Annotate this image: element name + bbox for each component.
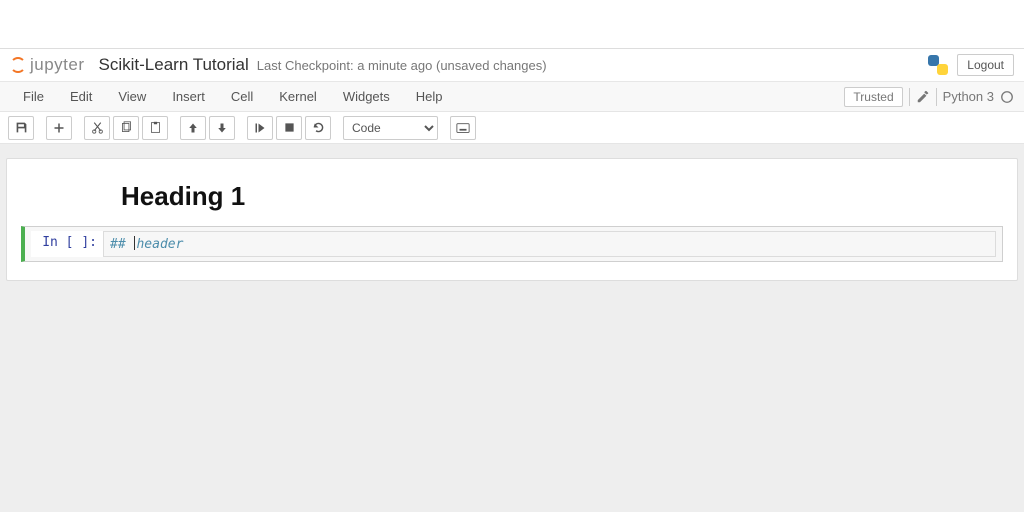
restart-icon bbox=[312, 121, 325, 134]
cut-button[interactable] bbox=[84, 116, 110, 140]
keyboard-icon bbox=[456, 122, 470, 134]
plus-icon bbox=[53, 122, 65, 134]
run-icon bbox=[254, 122, 266, 134]
move-down-button[interactable] bbox=[209, 116, 235, 140]
python-logo-icon bbox=[927, 54, 949, 76]
notebook-title[interactable]: Scikit-Learn Tutorial bbox=[99, 55, 249, 75]
menu-cell[interactable]: Cell bbox=[218, 83, 266, 110]
code-cell[interactable]: In [ ]: ## header bbox=[21, 226, 1003, 262]
menu-kernel[interactable]: Kernel bbox=[266, 83, 330, 110]
save-icon bbox=[15, 121, 28, 134]
edit-icon[interactable] bbox=[916, 90, 930, 104]
copy-button[interactable] bbox=[113, 116, 139, 140]
insert-cell-button[interactable] bbox=[46, 116, 72, 140]
separator bbox=[936, 88, 937, 106]
paste-button[interactable] bbox=[142, 116, 168, 140]
trusted-indicator[interactable]: Trusted bbox=[844, 87, 902, 107]
kernel-name[interactable]: Python 3 bbox=[943, 89, 994, 104]
paste-icon bbox=[149, 121, 162, 134]
notebook-header: jupyter Scikit-Learn Tutorial Last Check… bbox=[0, 48, 1024, 82]
rendered-markdown-heading[interactable]: Heading 1 bbox=[121, 181, 1003, 212]
move-up-button[interactable] bbox=[180, 116, 206, 140]
menu-insert[interactable]: Insert bbox=[159, 83, 218, 110]
markdown-text: header bbox=[136, 237, 183, 252]
stop-icon bbox=[284, 122, 295, 133]
menu-widgets[interactable]: Widgets bbox=[330, 83, 403, 110]
cell-input-area[interactable]: ## header bbox=[103, 231, 996, 257]
copy-icon bbox=[120, 121, 133, 134]
menu-edit[interactable]: Edit bbox=[57, 83, 105, 110]
logout-button[interactable]: Logout bbox=[957, 54, 1014, 76]
cell-type-select[interactable]: Code bbox=[343, 116, 438, 140]
command-palette-button[interactable] bbox=[450, 116, 476, 140]
cell-prompt: In [ ]: bbox=[31, 231, 103, 257]
menu-file[interactable]: File bbox=[10, 83, 57, 110]
notebook-inner: Heading 1 In [ ]: ## header bbox=[6, 158, 1018, 281]
markdown-hash: ## bbox=[110, 237, 126, 252]
restart-button[interactable] bbox=[305, 116, 331, 140]
menu-help[interactable]: Help bbox=[403, 83, 456, 110]
cut-icon bbox=[91, 121, 104, 134]
kernel-status-icon bbox=[1000, 90, 1014, 104]
checkpoint-status: Last Checkpoint: a minute ago (unsaved c… bbox=[257, 58, 547, 73]
notebook-container: Heading 1 In [ ]: ## header bbox=[0, 144, 1024, 512]
run-button[interactable] bbox=[247, 116, 273, 140]
menu-view[interactable]: View bbox=[105, 83, 159, 110]
arrow-up-icon bbox=[187, 122, 199, 134]
menubar: File Edit View Insert Cell Kernel Widget… bbox=[0, 82, 1024, 112]
save-button[interactable] bbox=[8, 116, 34, 140]
jupyter-logo[interactable]: jupyter bbox=[10, 55, 85, 75]
separator bbox=[909, 88, 910, 106]
toolbar: Code bbox=[0, 112, 1024, 144]
brand-label: jupyter bbox=[30, 55, 85, 75]
jupyter-icon bbox=[10, 57, 26, 73]
arrow-down-icon bbox=[216, 122, 228, 134]
interrupt-button[interactable] bbox=[276, 116, 302, 140]
